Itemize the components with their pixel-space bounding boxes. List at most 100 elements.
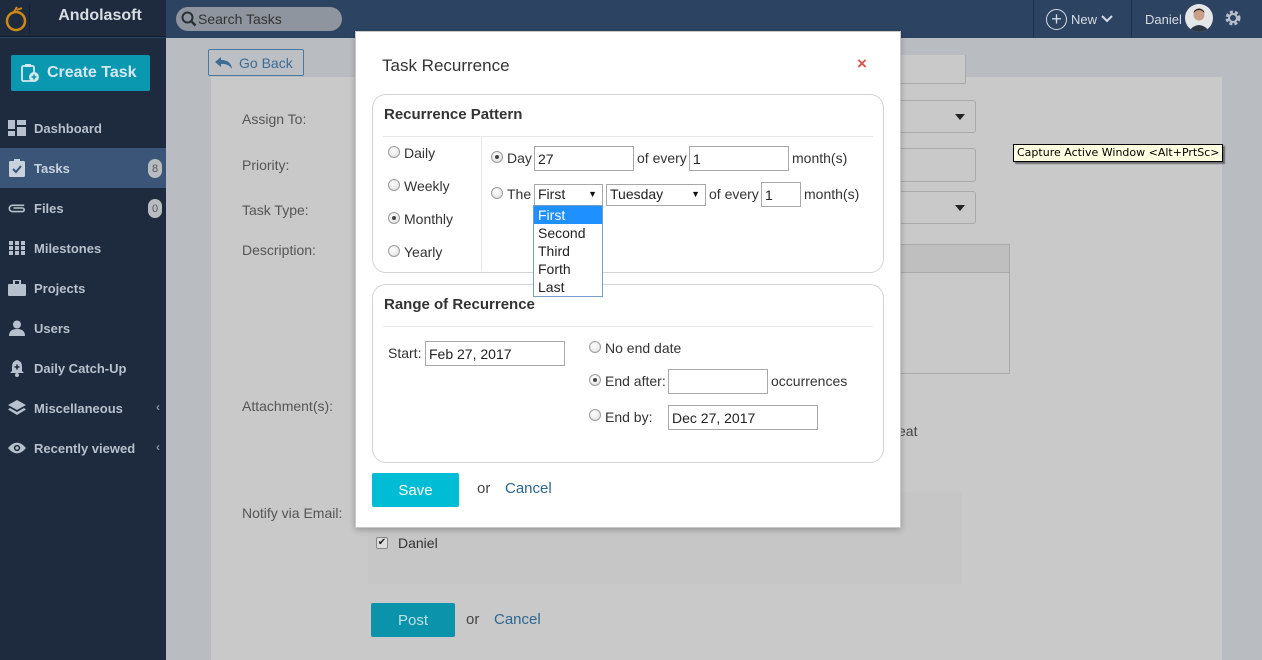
chevron-down-icon [1101, 15, 1113, 23]
daily-label: Daily [404, 145, 436, 161]
caret-down-icon [955, 205, 965, 211]
sidebar-item-dashboard[interactable]: Dashboard [0, 108, 166, 148]
sidebar-item-projects[interactable]: Projects [0, 268, 166, 308]
dropdown-option-last[interactable]: Last [534, 278, 602, 296]
dropdown-option-forth[interactable]: Forth [534, 260, 602, 278]
weekly-radio[interactable] [388, 179, 400, 191]
day-option-radio[interactable] [491, 151, 503, 163]
page-cancel-link[interactable]: Cancel [494, 611, 541, 628]
notify-user-label: Daniel [398, 535, 438, 551]
briefcase-icon [8, 279, 26, 297]
save-button[interactable]: Save [372, 473, 459, 507]
ordinal-selected-value: First [538, 186, 566, 202]
sidebar-item-files[interactable]: Files 0 [0, 188, 166, 228]
sidebar-item-label: Users [34, 320, 71, 336]
count-badge: 0 [148, 199, 162, 218]
the-months-interval-input[interactable] [761, 182, 801, 207]
task-recurrence-modal: Task Recurrence × Recurrence Pattern Ran… [355, 31, 901, 528]
divider [383, 136, 873, 137]
start-date-input[interactable] [425, 341, 565, 366]
task-type-label: Task Type: [242, 202, 309, 218]
reply-arrow-icon [215, 56, 232, 69]
create-task-button[interactable]: Create Task [11, 55, 150, 91]
chevron-left-icon: ‹ [156, 400, 160, 414]
sidebar-item-label: Tasks [34, 160, 70, 176]
daily-radio[interactable] [388, 146, 400, 158]
day-months-interval-input[interactable] [689, 146, 789, 171]
monthly-radio[interactable] [388, 212, 400, 224]
weekday-select[interactable]: Tuesday ▼ [606, 184, 706, 206]
of-every-label: of every [637, 150, 687, 166]
bell-icon [8, 359, 26, 377]
day-label: Day [507, 150, 532, 166]
end-by-date-input[interactable] [668, 405, 818, 430]
search-icon [181, 11, 197, 27]
sidebar: Create Task Dashboard Tasks 8 Files 0 Mi… [0, 38, 166, 660]
sidebar-item-tasks[interactable]: Tasks 8 [0, 148, 166, 188]
avatar[interactable] [1185, 4, 1213, 32]
occurrences-label: occurrences [771, 373, 848, 389]
divider [481, 137, 482, 271]
eye-icon [8, 439, 26, 457]
modal-cancel-link[interactable]: Cancel [505, 480, 552, 497]
divider [1033, 0, 1034, 38]
search-box[interactable] [176, 7, 342, 31]
tasks-icon [8, 159, 26, 177]
caret-down-icon: ▼ [691, 189, 700, 199]
dropdown-option-first[interactable]: First [534, 206, 602, 224]
new-label: New [1071, 11, 1098, 27]
or-text: or [466, 611, 480, 628]
dashboard-icon [8, 119, 26, 137]
sidebar-item-miscellaneous[interactable]: Miscellaneous ‹ [0, 388, 166, 428]
of-every-label: of every [709, 186, 759, 202]
layers-icon [8, 399, 26, 417]
yearly-radio[interactable] [388, 245, 400, 257]
post-button[interactable]: Post [371, 603, 455, 637]
search-input[interactable] [198, 7, 338, 31]
no-end-date-radio[interactable] [589, 341, 601, 353]
caret-down-icon: ▼ [588, 189, 597, 199]
or-text: or [477, 480, 491, 497]
sidebar-item-recently-viewed[interactable]: Recently viewed ‹ [0, 428, 166, 468]
start-label: Start: [388, 345, 422, 361]
sidebar-nav: Dashboard Tasks 8 Files 0 Milestones Pro… [0, 108, 166, 468]
the-option-radio[interactable] [491, 187, 503, 199]
the-label: The [507, 186, 532, 202]
dropdown-option-second[interactable]: Second [534, 224, 602, 242]
ordinal-select[interactable]: First ▼ [534, 184, 603, 206]
notify-via-email-label: Notify via Email: [242, 505, 343, 521]
day-of-month-input[interactable] [534, 146, 634, 171]
notify-user-checkbox[interactable]: ✔ [376, 537, 388, 549]
divider [1131, 0, 1132, 38]
sidebar-item-label: Daily Catch-Up [34, 360, 127, 376]
brand: Andolasoft [0, 0, 166, 37]
sidebar-item-daily-catch-up[interactable]: Daily Catch-Up [0, 348, 166, 388]
sidebar-item-users[interactable]: Users [0, 308, 166, 348]
months-label: month(s) [804, 186, 860, 202]
assign-to-label: Assign To: [242, 111, 307, 127]
end-by-radio[interactable] [589, 409, 601, 421]
modal-title: Task Recurrence [382, 56, 510, 75]
section-title: Range of Recurrence [384, 296, 535, 313]
logo-icon[interactable] [4, 4, 30, 34]
weekly-label: Weekly [404, 178, 450, 194]
grid-icon [8, 239, 26, 257]
go-back-button[interactable]: Go Back [208, 49, 304, 76]
count-badge: 8 [148, 159, 162, 178]
user-name[interactable]: Daniel [1145, 12, 1182, 27]
close-icon[interactable]: × [857, 55, 871, 72]
dropdown-option-third[interactable]: Third [534, 242, 602, 260]
divider [383, 326, 873, 327]
section-title: Recurrence Pattern [384, 106, 523, 123]
gear-icon[interactable] [1223, 8, 1243, 28]
paperclip-icon [8, 199, 26, 217]
occurrences-input[interactable] [668, 369, 768, 394]
sidebar-item-label: Files [34, 200, 64, 216]
sidebar-item-milestones[interactable]: Milestones [0, 228, 166, 268]
sidebar-item-label: Recently viewed [34, 440, 136, 456]
end-after-radio[interactable] [589, 374, 601, 386]
sidebar-item-label: Projects [34, 280, 86, 296]
brand-name: Andolasoft [58, 7, 142, 24]
new-button[interactable]: + New [1046, 7, 1113, 31]
ordinal-dropdown-list: First Second Third Forth Last [533, 205, 603, 297]
